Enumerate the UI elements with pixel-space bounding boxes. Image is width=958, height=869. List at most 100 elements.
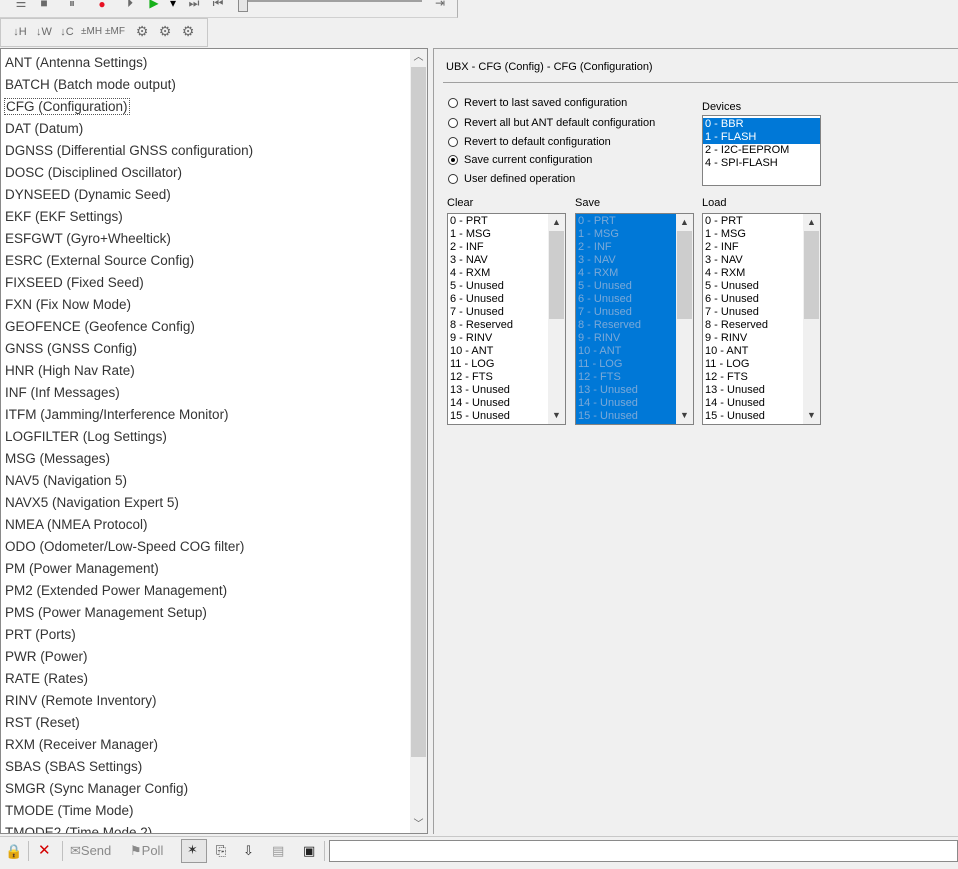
scroll-up-icon[interactable]: ▲ bbox=[803, 214, 820, 231]
scrollbar-thumb[interactable] bbox=[549, 231, 564, 319]
message-list-item[interactable]: FIXSEED (Fixed Seed) bbox=[5, 272, 405, 294]
play-icon[interactable]: ▶ bbox=[146, 0, 162, 10]
copy-icon[interactable]: ⎘ bbox=[216, 841, 226, 861]
download-icon[interactable]: ⇩ bbox=[243, 841, 254, 861]
message-list-item[interactable]: PM (Power Management) bbox=[5, 558, 405, 580]
devices-listbox[interactable]: 0 - BBR 1 - FLASH 2 - I2C-EEPROM 4 - SPI-FL… bbox=[702, 115, 821, 186]
width-filter-icon[interactable]: ↓W bbox=[35, 25, 53, 39]
scroll-up-icon[interactable]: ︿ bbox=[410, 49, 427, 66]
list-icon[interactable]: ☰ bbox=[13, 0, 29, 10]
message-list-item[interactable]: ANT (Antenna Settings) bbox=[5, 52, 405, 74]
message-list-item[interactable]: SBAS (SBAS Settings) bbox=[5, 756, 405, 778]
message-list-item[interactable]: PM2 (Extended Power Management) bbox=[5, 580, 405, 602]
message-hex-field[interactable] bbox=[329, 840, 958, 862]
c-filter-icon[interactable]: ↓C bbox=[58, 25, 76, 39]
radio-circle-icon[interactable] bbox=[448, 137, 458, 147]
mf-filter-icon[interactable]: ±MF bbox=[105, 25, 125, 39]
auto-poll-toggle[interactable]: ✶ bbox=[181, 839, 207, 863]
message-list-scrollbar[interactable]: ︿ ﹀ bbox=[410, 49, 427, 833]
load-mask-listbox[interactable]: 0 - PRT 1 - MSG 2 - INF 3 - NAV 4 - RXM 5 - U… bbox=[702, 213, 821, 425]
radio-revert-all-but-ant[interactable]: Revert all but ANT default configuration bbox=[448, 115, 655, 131]
message-list-item[interactable]: NAV5 (Navigation 5) bbox=[5, 470, 405, 492]
radio-revert-saved[interactable]: Revert to last saved configuration bbox=[448, 95, 627, 111]
message-list-item[interactable]: NAVX5 (Navigation Expert 5) bbox=[5, 492, 405, 514]
lock-icon[interactable]: 🔒 bbox=[5, 841, 22, 861]
gear-alt-icon[interactable]: ⚙ bbox=[179, 24, 197, 38]
message-list-item[interactable]: GEOFENCE (Geofence Config) bbox=[5, 316, 405, 338]
send-button[interactable]: ✉Send bbox=[70, 841, 111, 861]
playback-slider-thumb[interactable] bbox=[238, 0, 248, 12]
message-list-item[interactable]: RATE (Rates) bbox=[5, 668, 405, 690]
radio-save-current[interactable]: Save current configuration bbox=[448, 152, 592, 168]
message-list-item[interactable]: PWR (Power) bbox=[5, 646, 405, 668]
scroll-down-icon[interactable]: ▼ bbox=[803, 407, 820, 424]
document-icon[interactable]: ▤ bbox=[272, 841, 284, 861]
message-list-item[interactable]: PRT (Ports) bbox=[5, 624, 405, 646]
scroll-down-icon[interactable]: ▼ bbox=[676, 407, 693, 424]
rewind-icon[interactable]: ⏮ bbox=[210, 0, 226, 10]
message-list-item[interactable]: GNSS (GNSS Config) bbox=[5, 338, 405, 360]
gear-small-icon[interactable]: ⚙ bbox=[156, 24, 174, 38]
monitor-icon[interactable]: ▣ bbox=[303, 841, 315, 861]
message-tree-list[interactable]: ANT (Antenna Settings) BATCH (Batch mode … bbox=[0, 48, 428, 834]
message-list-item[interactable]: EKF (EKF Settings) bbox=[5, 206, 405, 228]
scroll-down-icon[interactable]: ﹀ bbox=[410, 816, 427, 833]
settings-gear-icon[interactable]: ⚙ bbox=[133, 24, 151, 38]
poll-button[interactable]: ⚑Poll bbox=[130, 841, 163, 861]
close-icon[interactable]: ✕ bbox=[38, 841, 51, 861]
message-list-item[interactable]: BATCH (Batch mode output) bbox=[5, 74, 405, 96]
message-list-item[interactable]: SMGR (Sync Manager Config) bbox=[5, 778, 405, 800]
scroll-up-icon[interactable]: ▲ bbox=[548, 214, 565, 231]
radio-circle-icon[interactable] bbox=[448, 118, 458, 128]
radio-revert-default[interactable]: Revert to default configuration bbox=[448, 134, 611, 150]
message-list-item[interactable]: DGNSS (Differential GNSS configuration) bbox=[5, 140, 405, 162]
message-list-item[interactable]: RINV (Remote Inventory) bbox=[5, 690, 405, 712]
radio-circle-icon[interactable] bbox=[448, 174, 458, 184]
dropdown-icon[interactable]: ▾ bbox=[166, 0, 180, 10]
fast-forward-icon[interactable]: ⏭ bbox=[186, 0, 202, 10]
message-list-item[interactable]: FXN (Fix Now Mode) bbox=[5, 294, 405, 316]
message-list-item[interactable]: DYNSEED (Dynamic Seed) bbox=[5, 184, 405, 206]
stop-icon[interactable]: ■ bbox=[36, 0, 52, 10]
save-mask-listbox[interactable]: 0 - PRT 1 - MSG 2 - INF 3 - NAV 4 - RXM 5 - U… bbox=[575, 213, 694, 425]
playback-slider-track[interactable] bbox=[240, 0, 422, 2]
mh-filter-icon[interactable]: ±MH bbox=[81, 25, 102, 39]
message-list-item[interactable]: RST (Reset) bbox=[5, 712, 405, 734]
scrollbar-thumb[interactable] bbox=[411, 67, 426, 757]
scrollbar-thumb[interactable] bbox=[804, 231, 819, 319]
message-list-item[interactable]: NMEA (NMEA Protocol) bbox=[5, 514, 405, 536]
message-list-item[interactable]: TMODE2 (Time Mode 2) bbox=[5, 822, 405, 833]
radio-user-defined[interactable]: User defined operation bbox=[448, 171, 575, 187]
message-list-item[interactable]: HNR (High Nav Rate) bbox=[5, 360, 405, 382]
message-list-item[interactable]: LOGFILTER (Log Settings) bbox=[5, 426, 405, 448]
scrollbar-thumb[interactable] bbox=[677, 231, 692, 319]
scroll-up-icon[interactable]: ▲ bbox=[676, 214, 693, 231]
pause-icon[interactable]: ⏸ bbox=[64, 0, 80, 10]
message-list-item[interactable]: ITFM (Jamming/Interference Monitor) bbox=[5, 404, 405, 426]
message-list-item[interactable]: DAT (Datum) bbox=[5, 118, 405, 140]
message-list-item[interactable]: CFG (Configuration) bbox=[4, 96, 405, 118]
device-item[interactable]: 2 - I2C-EEPROM bbox=[703, 144, 820, 157]
message-list-item[interactable]: ODO (Odometer/Low-Speed COG filter) bbox=[5, 536, 405, 558]
message-list-item[interactable]: ESRC (External Source Config) bbox=[5, 250, 405, 272]
device-item[interactable]: 4 - SPI-FLASH bbox=[703, 157, 820, 170]
message-list-item[interactable]: INF (Inf Messages) bbox=[5, 382, 405, 404]
clear-scrollbar[interactable]: ▲ ▼ bbox=[548, 214, 565, 424]
radio-circle-icon[interactable] bbox=[448, 155, 458, 165]
save-scrollbar[interactable]: ▲ ▼ bbox=[676, 214, 693, 424]
record-icon[interactable]: ● bbox=[94, 0, 110, 11]
device-item[interactable]: 1 - FLASH bbox=[703, 131, 820, 144]
radio-circle-icon[interactable] bbox=[448, 98, 458, 108]
clear-mask-listbox[interactable]: 0 - PRT 1 - MSG 2 - INF 3 - NAV 4 - RXM 5 - U… bbox=[447, 213, 566, 425]
device-item[interactable]: 0 - BBR bbox=[703, 118, 820, 131]
message-list-item[interactable]: PMS (Power Management Setup) bbox=[5, 602, 405, 624]
height-filter-icon[interactable]: ↓H bbox=[11, 25, 29, 39]
message-list-item[interactable]: RXM (Receiver Manager) bbox=[5, 734, 405, 756]
message-list-item[interactable]: MSG (Messages) bbox=[5, 448, 405, 470]
message-list-item[interactable]: DOSC (Disciplined Oscillator) bbox=[5, 162, 405, 184]
load-scrollbar[interactable]: ▲ ▼ bbox=[803, 214, 820, 424]
message-list-item[interactable]: ESFGWT (Gyro+Wheeltick) bbox=[5, 228, 405, 250]
scroll-down-icon[interactable]: ▼ bbox=[548, 407, 565, 424]
message-list-item[interactable]: TMODE (Time Mode) bbox=[5, 800, 405, 822]
step-icon[interactable]: ⏵ bbox=[122, 0, 138, 10]
